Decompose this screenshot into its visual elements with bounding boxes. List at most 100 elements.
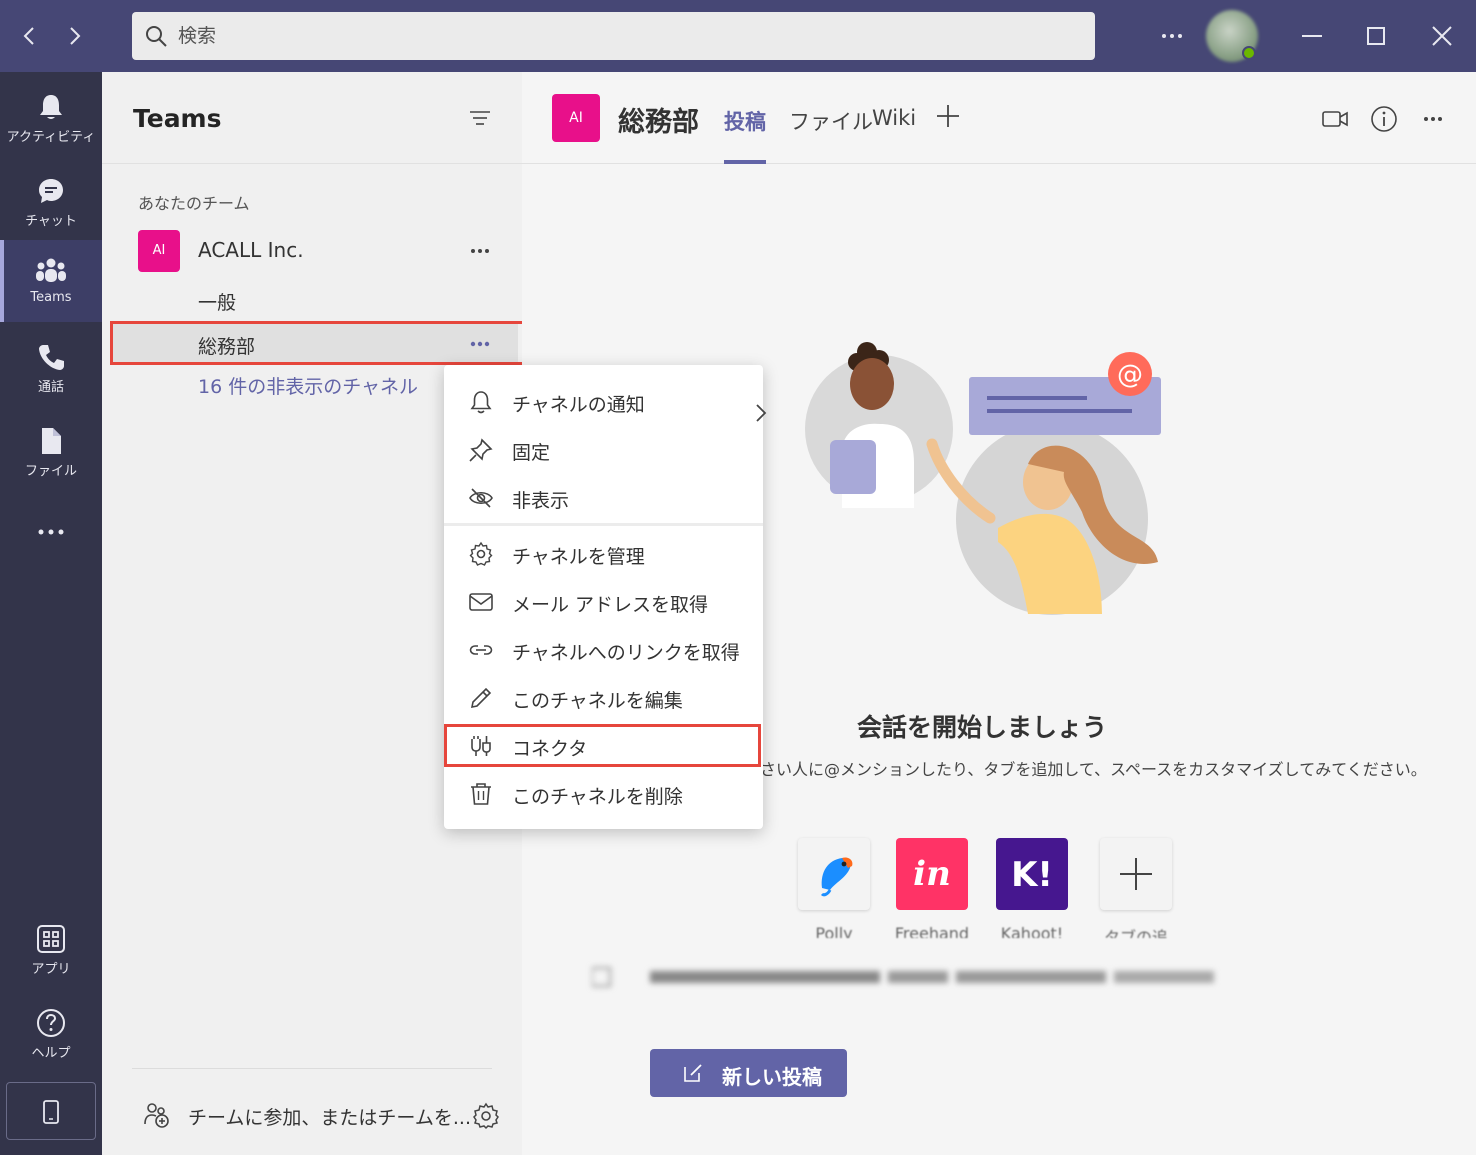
team-avatar: AI xyxy=(138,230,180,272)
menu-item-delete-channel[interactable]: このチャネルを削除 xyxy=(444,770,763,818)
app-rail: アクティビティ チャット Teams 通話 ファイル アプリ ヘルプ xyxy=(0,72,102,1155)
presence-status-badge xyxy=(1242,46,1256,60)
app-label: Kahoot! xyxy=(1000,924,1064,938)
menu-item-label: チャネルを管理 xyxy=(512,546,645,568)
menu-item-manage-channel[interactable]: チャネルを管理 xyxy=(444,530,763,578)
close-icon[interactable] xyxy=(1420,14,1464,58)
add-tab-icon[interactable] xyxy=(936,104,960,128)
search-input[interactable] xyxy=(178,20,1058,52)
tab-files[interactable]: ファイル xyxy=(789,106,873,164)
search-icon xyxy=(144,24,168,48)
menu-item-pin[interactable]: 固定 xyxy=(444,426,763,474)
forward-icon[interactable] xyxy=(60,22,88,50)
rail-item-teams[interactable]: Teams xyxy=(0,240,102,322)
channel-avatar: AI xyxy=(552,94,600,142)
menu-item-label: このチャネルを削除 xyxy=(512,786,683,808)
channel-title: 総務部 xyxy=(618,107,699,138)
add-people-icon xyxy=(142,1100,172,1130)
more-horizontal-icon[interactable] xyxy=(1150,14,1194,58)
rail-item-files[interactable]: ファイル xyxy=(0,410,102,492)
invision-icon: in xyxy=(896,838,968,910)
tab-wiki[interactable]: Wiki xyxy=(872,106,916,164)
plus-icon xyxy=(1100,838,1172,910)
parrot-icon xyxy=(798,838,870,910)
new-post-button[interactable]: 新しい投稿 xyxy=(650,1049,847,1097)
blurred-info-row xyxy=(592,964,1232,990)
title-bar xyxy=(0,0,1476,72)
teams-icon xyxy=(0,256,102,286)
team-name: ACALL Inc. xyxy=(198,238,304,262)
svg-text:K!: K! xyxy=(1011,855,1053,895)
rail-item-chat[interactable]: チャット xyxy=(0,160,102,242)
rail-item-activity[interactable]: アクティビティ xyxy=(0,76,102,158)
channel-header: AI 総務部 投稿 ファイル Wiki xyxy=(522,72,1476,164)
section-label: あなたのチーム xyxy=(138,194,250,213)
rail-label: アプリ xyxy=(31,962,71,977)
panel-title: Teams xyxy=(133,104,222,133)
rail-item-help[interactable]: ヘルプ xyxy=(0,992,102,1074)
channel-name: 一般 xyxy=(198,292,237,314)
menu-item-channel-notifications[interactable]: チャネルの通知 xyxy=(444,378,767,426)
mobile-device-icon[interactable] xyxy=(6,1082,96,1140)
rail-label: チャット xyxy=(25,214,77,229)
menu-item-get-link[interactable]: チャネルへのリンクを取得 xyxy=(444,626,763,674)
rail-label: 通話 xyxy=(37,380,64,395)
app-tile-polly[interactable] xyxy=(798,838,870,910)
rail-label: アクティビティ xyxy=(6,130,96,145)
filter-icon[interactable] xyxy=(464,102,496,134)
hidden-channels-link[interactable]: 16 件の非表示のチャネル xyxy=(198,372,418,399)
empty-state-subline: さい人に@メンションしたり、タブを追加して、スペースをカスタマイズしてみてくださ… xyxy=(760,760,1427,779)
rail-label: Teams xyxy=(30,290,72,305)
app-label: Freehand xyxy=(894,924,970,938)
add-tab-tile[interactable] xyxy=(1100,838,1172,910)
empty-state-headline: 会話を開始しましょう xyxy=(856,713,1107,742)
menu-item-hide[interactable]: 非表示 xyxy=(444,474,763,522)
file-icon xyxy=(0,426,102,456)
video-icon[interactable] xyxy=(1320,104,1350,134)
new-post-label: 新しい投稿 xyxy=(722,1065,822,1089)
divider xyxy=(132,1068,492,1069)
tab-posts[interactable]: 投稿 xyxy=(724,106,766,164)
gear-icon[interactable] xyxy=(470,1100,502,1132)
menu-item-get-email[interactable]: メール アドレスを取得 xyxy=(444,578,763,626)
apps-icon xyxy=(0,924,102,954)
more-horizontal-icon[interactable] xyxy=(1418,104,1448,134)
app-label: Polly xyxy=(815,924,853,938)
phone-icon xyxy=(0,342,102,372)
rail-item-apps[interactable]: アプリ xyxy=(0,908,102,990)
join-team-button[interactable]: チームに参加、またはチームを... xyxy=(142,1098,471,1132)
app-label: タブの追 xyxy=(1103,928,1168,938)
chat-icon xyxy=(0,176,102,206)
svg-text:@: @ xyxy=(1117,360,1143,390)
maximize-icon[interactable] xyxy=(1354,14,1398,58)
highlight-box xyxy=(110,321,530,365)
bell-icon xyxy=(0,92,102,122)
menu-item-label: このチャネルを編集 xyxy=(512,690,683,712)
menu-divider xyxy=(444,523,763,526)
menu-item-label: メール アドレスを取得 xyxy=(512,594,709,616)
app-tile-freehand[interactable]: in xyxy=(896,838,968,910)
menu-item-label: チャネルの通知 xyxy=(512,394,645,416)
app-tile-kahoot[interactable]: K! xyxy=(996,838,1068,910)
menu-item-label: 非表示 xyxy=(512,490,570,512)
menu-item-label: 固定 xyxy=(512,442,551,464)
help-icon xyxy=(0,1008,102,1038)
panel-header: Teams xyxy=(102,72,522,164)
menu-item-edit-channel[interactable]: このチャネルを編集 xyxy=(444,674,763,722)
back-icon[interactable] xyxy=(16,22,44,50)
welcome-illustration: @ xyxy=(802,332,1182,632)
more-apps-icon[interactable] xyxy=(30,520,72,544)
minimize-icon[interactable] xyxy=(1290,14,1334,58)
rail-label: ファイル xyxy=(24,464,77,479)
search-bar[interactable] xyxy=(132,12,1095,60)
kahoot-icon: K! xyxy=(996,838,1068,910)
highlight-box xyxy=(444,724,761,767)
menu-item-label: チャネルへのリンクを取得 xyxy=(512,642,740,664)
more-horizontal-icon[interactable] xyxy=(466,241,494,261)
channel-item[interactable]: 一般 xyxy=(102,280,522,320)
team-item[interactable]: AI ACALL Inc. xyxy=(102,226,522,276)
join-team-label: チームに参加、またはチームを... xyxy=(188,1107,471,1129)
info-icon[interactable] xyxy=(1369,104,1399,134)
rail-item-calls[interactable]: 通話 xyxy=(0,326,102,408)
rail-label: ヘルプ xyxy=(31,1046,71,1061)
